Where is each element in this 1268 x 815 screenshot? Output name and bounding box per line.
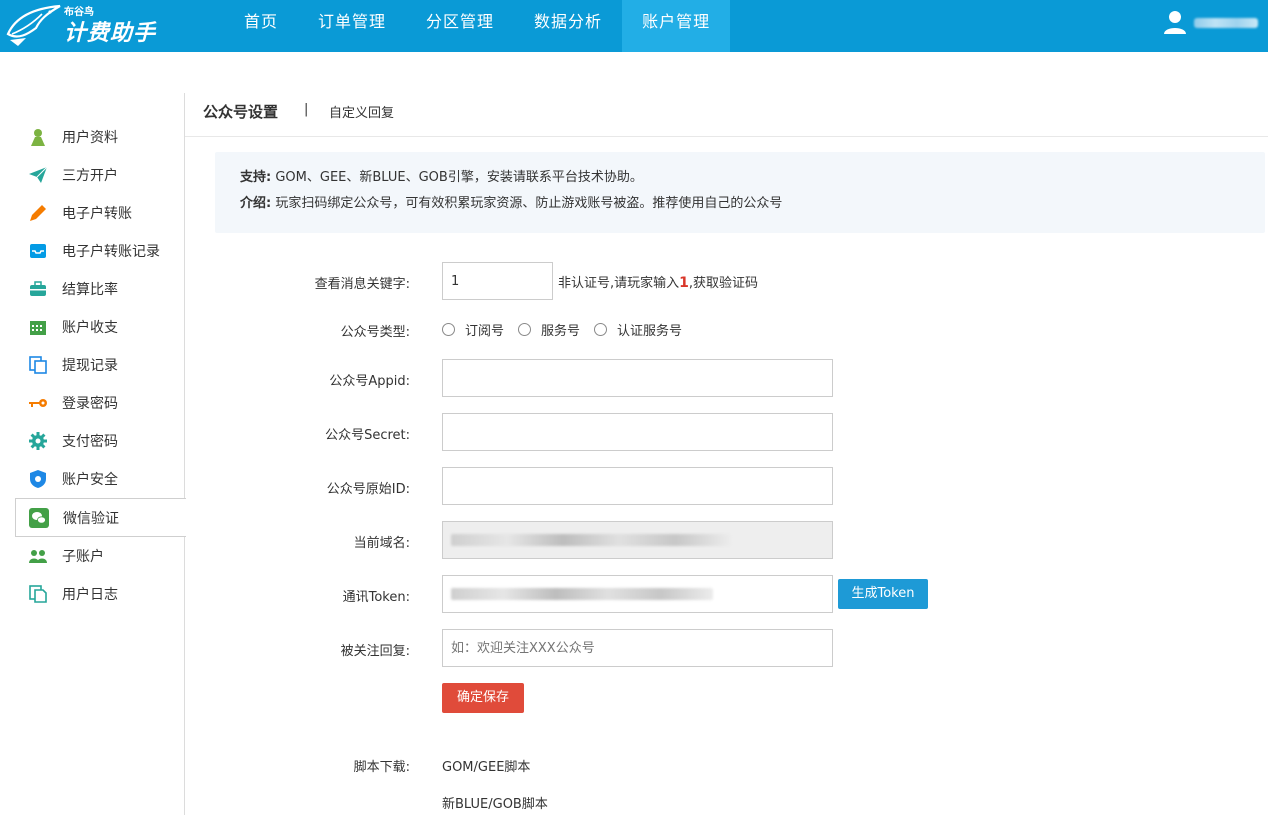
sidebar-menu: 用户资料 三方开户 电子户转账 电子户转账记录 结算比率 账户收支 提现记录 登… bbox=[0, 118, 186, 613]
copy-icon bbox=[28, 355, 48, 375]
token-field[interactable] bbox=[442, 575, 833, 613]
sidebar-item-label: 用户资料 bbox=[62, 130, 118, 146]
notice-intro-label: 介绍: bbox=[240, 196, 272, 211]
domain-label: 当前域名: bbox=[353, 536, 410, 551]
content-tabs: 公众号设置 | 自定义回复 bbox=[185, 93, 1268, 137]
sidebar-item-e-transfer-records[interactable]: 电子户转账记录 bbox=[0, 232, 185, 270]
briefcase-icon bbox=[28, 279, 48, 299]
sidebar-item-label: 微信验证 bbox=[63, 510, 119, 527]
keyword-hint-prefix: 非认证号,请玩家输入 bbox=[558, 276, 680, 291]
logo[interactable]: 布谷鸟 计费助手 bbox=[6, 2, 166, 48]
user-menu[interactable] bbox=[1164, 0, 1258, 52]
key-icon bbox=[28, 393, 48, 413]
sidebar-item-label: 提现记录 bbox=[62, 358, 118, 374]
inbox-icon bbox=[28, 241, 48, 261]
sidebar-item-sub-accounts[interactable]: 子账户 bbox=[0, 537, 185, 575]
sidebar-item-label: 用户日志 bbox=[62, 587, 118, 603]
user-icon bbox=[28, 127, 48, 147]
notice-support-label: 支持: bbox=[240, 170, 272, 185]
sidebar-item-label: 账户安全 bbox=[62, 472, 118, 488]
bird-logo-icon bbox=[6, 4, 61, 46]
sidebar-item-label: 三方开户 bbox=[62, 168, 118, 184]
document-icon bbox=[28, 584, 48, 604]
sidebar-item-label: 账户收支 bbox=[62, 320, 118, 336]
sidebar-item-user-profile[interactable]: 用户资料 bbox=[0, 118, 185, 156]
notice-intro-line: 介绍: 玩家扫码绑定公众号，可有效积累玩家资源、防止游戏账号被盗。推荐使用自己的… bbox=[240, 191, 1240, 217]
gear-icon bbox=[28, 431, 48, 451]
account-type-radio-group: 订阅号 服务号 认证服务号 bbox=[442, 320, 696, 339]
sidebar-item-label: 电子户转账 bbox=[62, 206, 132, 222]
sidebar-item-label: 登录密码 bbox=[62, 396, 118, 412]
paper-plane-icon bbox=[28, 165, 48, 185]
sidebar-item-payment-password[interactable]: 支付密码 bbox=[0, 422, 185, 460]
tab-separator: | bbox=[304, 102, 309, 117]
sidebar-item-account-security[interactable]: 账户安全 bbox=[0, 460, 185, 498]
keyword-hint: 非认证号,请玩家输入1,获取验证码 bbox=[558, 272, 758, 291]
save-button[interactable]: 确定保存 bbox=[442, 683, 524, 713]
calendar-icon bbox=[28, 317, 48, 337]
follow-reply-label: 被关注回复: bbox=[340, 644, 410, 659]
sidebar-item-label: 结算比率 bbox=[62, 282, 118, 298]
users-icon bbox=[28, 546, 48, 566]
generate-token-button[interactable]: 生成Token bbox=[838, 579, 928, 609]
sidebar-item-label: 子账户 bbox=[62, 549, 104, 565]
sidebar-item-third-party-account[interactable]: 三方开户 bbox=[0, 156, 185, 194]
download-gom-gee-script-link[interactable]: GOM/GEE脚本 bbox=[442, 756, 530, 775]
origin-id-label: 公众号原始ID: bbox=[326, 482, 410, 497]
radio-subscription[interactable] bbox=[442, 323, 455, 336]
wechat-icon bbox=[29, 507, 49, 528]
logo-title: 计费助手 bbox=[64, 21, 157, 46]
radio-service-label[interactable]: 服务号 bbox=[541, 320, 580, 339]
keyword-label: 查看消息关键字: bbox=[314, 277, 410, 292]
nav-account[interactable]: 账户管理 bbox=[622, 0, 731, 52]
radio-verified-service-label[interactable]: 认证服务号 bbox=[617, 320, 682, 339]
user-name-redacted bbox=[1194, 18, 1258, 28]
tab-official-account-settings[interactable]: 公众号设置 bbox=[203, 101, 278, 122]
sidebar-item-account-balance[interactable]: 账户收支 bbox=[0, 308, 185, 346]
keyword-input[interactable] bbox=[442, 262, 553, 300]
nav-home[interactable]: 首页 bbox=[224, 0, 298, 52]
sidebar-item-label: 电子户转账记录 bbox=[62, 244, 160, 260]
notice-support-text: GOM、GEE、新BLUE、GOB引擎，安装请联系平台技术协助。 bbox=[275, 170, 643, 185]
nav-analytics[interactable]: 数据分析 bbox=[514, 0, 622, 52]
sidebar-item-label: 支付密码 bbox=[62, 434, 118, 450]
sidebar: 用户资料 三方开户 电子户转账 电子户转账记录 结算比率 账户收支 提现记录 登… bbox=[0, 93, 186, 815]
account-type-label: 公众号类型: bbox=[340, 325, 410, 340]
top-navigation-bar: 布谷鸟 计费助手 首页 订单管理 分区管理 数据分析 账户管理 bbox=[0, 0, 1268, 52]
domain-field bbox=[442, 521, 833, 559]
appid-input[interactable] bbox=[442, 359, 833, 397]
sidebar-item-withdraw-records[interactable]: 提现记录 bbox=[0, 346, 185, 384]
tab-custom-reply[interactable]: 自定义回复 bbox=[329, 102, 394, 121]
notice-support-line: 支持: GOM、GEE、新BLUE、GOB引擎，安装请联系平台技术协助。 bbox=[240, 165, 1240, 191]
radio-subscription-label[interactable]: 订阅号 bbox=[465, 320, 504, 339]
follow-reply-input[interactable] bbox=[442, 629, 833, 667]
script-download-label: 脚本下载: bbox=[353, 760, 410, 775]
sidebar-item-login-password[interactable]: 登录密码 bbox=[0, 384, 185, 422]
pencil-icon bbox=[28, 203, 48, 223]
domain-value-redacted bbox=[451, 534, 731, 546]
nav-partitions[interactable]: 分区管理 bbox=[406, 0, 514, 52]
shield-icon bbox=[28, 469, 48, 489]
keyword-hint-number: 1 bbox=[679, 275, 689, 291]
info-notice: 支持: GOM、GEE、新BLUE、GOB引擎，安装请联系平台技术协助。 介绍:… bbox=[215, 152, 1265, 233]
secret-label: 公众号Secret: bbox=[325, 428, 410, 443]
nav-orders[interactable]: 订单管理 bbox=[298, 0, 406, 52]
radio-verified-service[interactable] bbox=[594, 323, 608, 336]
token-value-redacted bbox=[451, 588, 713, 600]
sidebar-item-e-transfer[interactable]: 电子户转账 bbox=[0, 194, 185, 232]
main-nav: 首页 订单管理 分区管理 数据分析 账户管理 bbox=[224, 0, 731, 52]
secret-input[interactable] bbox=[442, 413, 833, 451]
origin-id-input[interactable] bbox=[442, 467, 833, 505]
appid-label: 公众号Appid: bbox=[329, 374, 410, 389]
user-avatar-icon bbox=[1164, 11, 1186, 34]
keyword-hint-suffix: ,获取验证码 bbox=[688, 276, 759, 291]
sidebar-item-user-log[interactable]: 用户日志 bbox=[0, 575, 185, 613]
sidebar-item-settlement-ratio[interactable]: 结算比率 bbox=[0, 270, 185, 308]
token-label: 通讯Token: bbox=[342, 590, 410, 605]
radio-service[interactable] bbox=[518, 323, 532, 336]
notice-intro-text: 玩家扫码绑定公众号，可有效积累玩家资源、防止游戏账号被盗。推荐使用自己的公众号 bbox=[275, 196, 783, 211]
download-blue-gob-script-link[interactable]: 新BLUE/GOB脚本 bbox=[442, 793, 548, 812]
